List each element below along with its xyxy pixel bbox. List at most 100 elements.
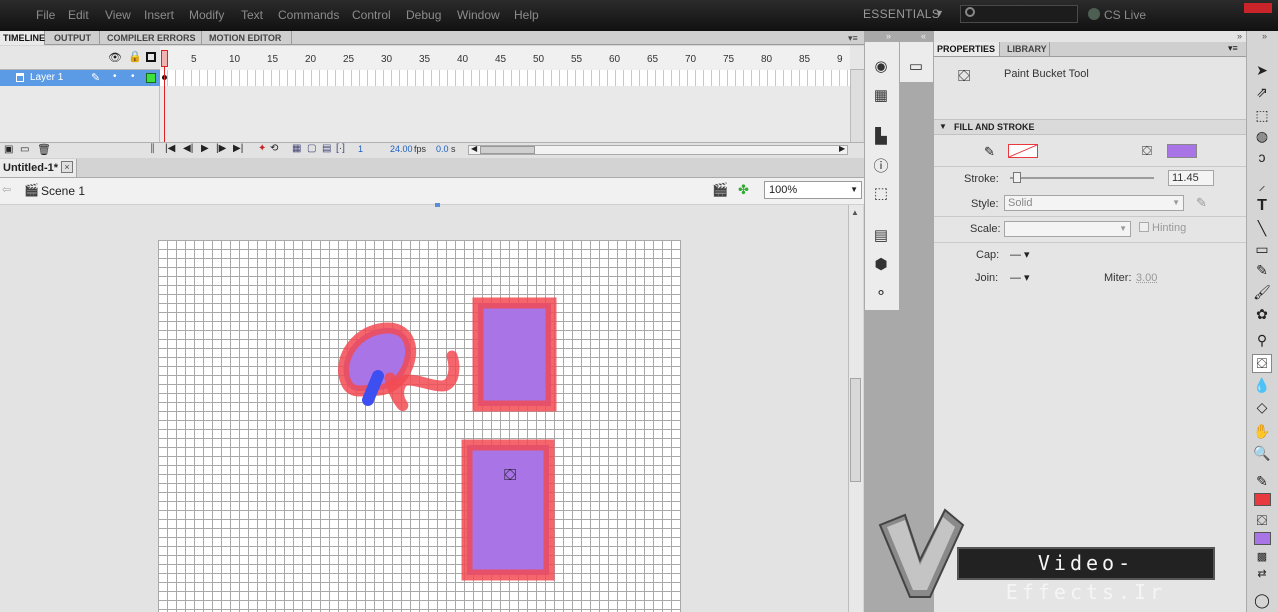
- pen-tool-icon[interactable]: ⸝: [1252, 176, 1272, 195]
- rectangle-tool-icon[interactable]: ▭: [1252, 241, 1272, 258]
- selection-tool-icon[interactable]: ➤: [1252, 62, 1272, 79]
- lock-dot[interactable]: •: [131, 71, 135, 82]
- fps-value[interactable]: 24.00: [390, 144, 413, 154]
- close-icon[interactable]: ×: [61, 161, 73, 173]
- code-snippets-icon[interactable]: ▤: [871, 226, 891, 244]
- fill-color-tool-swatch[interactable]: [1254, 532, 1271, 545]
- library-panel-icon[interactable]: ▭: [906, 57, 926, 75]
- step-back-icon[interactable]: ◀|: [183, 143, 193, 154]
- tab-properties[interactable]: PROPERTIES: [934, 42, 1000, 56]
- stroke-slider-handle[interactable]: [1013, 172, 1021, 183]
- miter-value[interactable]: 3.00: [1136, 272, 1157, 284]
- onion-outline-icon[interactable]: ▢: [307, 143, 316, 154]
- hand-tool-icon[interactable]: ✋: [1252, 423, 1272, 440]
- text-tool-icon[interactable]: T: [1252, 197, 1272, 215]
- edit-multiple-icon[interactable]: ▤: [322, 143, 331, 154]
- workspace-switcher[interactable]: ESSENTIALS: [863, 7, 940, 21]
- fill-color-swatch[interactable]: [1167, 144, 1197, 158]
- menu-insert[interactable]: Insert: [144, 8, 174, 22]
- paint-bucket-tool-button[interactable]: ⛋: [1252, 354, 1272, 373]
- scrollbar-thumb[interactable]: [480, 146, 535, 154]
- lock-icon[interactable]: 🔒: [128, 50, 142, 63]
- panel-menu-icon[interactable]: ▾≡: [848, 33, 858, 44]
- menu-file[interactable]: File: [36, 8, 55, 22]
- menu-control[interactable]: Control: [352, 8, 391, 22]
- step-forward-icon[interactable]: |▶: [216, 143, 226, 154]
- layer-name[interactable]: Layer 1: [30, 72, 63, 83]
- play-icon[interactable]: ▶: [201, 143, 209, 154]
- help-search-input[interactable]: [960, 5, 1078, 23]
- frame-ruler[interactable]: 1 5 10 15 20 25 30 35 40 45 50 55 60 65 …: [160, 46, 850, 70]
- swap-colors-icon[interactable]: ⇄: [1252, 567, 1272, 580]
- outline-icon[interactable]: [146, 52, 156, 62]
- transform-icon[interactable]: ⬚: [871, 184, 891, 202]
- subselection-tool-icon[interactable]: ⇗: [1252, 84, 1272, 101]
- document-tab-label[interactable]: Untitled-1*: [3, 162, 58, 174]
- stage[interactable]: [158, 240, 681, 612]
- cap-select[interactable]: — ▾: [1010, 248, 1030, 261]
- zoom-select[interactable]: 100% ▼: [764, 181, 862, 199]
- menu-window[interactable]: Window: [457, 8, 500, 22]
- tab-timeline[interactable]: TIMELINE: [0, 31, 45, 45]
- menu-edit[interactable]: Edit: [68, 8, 89, 22]
- align-icon[interactable]: ▙: [871, 127, 891, 145]
- time-value[interactable]: 0.0: [436, 144, 449, 154]
- deco-tool-icon[interactable]: ✿: [1252, 306, 1272, 323]
- stage-artwork[interactable]: [158, 240, 681, 612]
- eyedropper-tool-icon[interactable]: 💧: [1252, 377, 1272, 394]
- bone-tool-icon[interactable]: ⚲: [1252, 332, 1272, 349]
- onion-markers-icon[interactable]: [·]: [336, 143, 345, 154]
- timeline-vertical-scrollbar[interactable]: [850, 70, 863, 142]
- tab-motion-editor[interactable]: MOTION EDITOR: [206, 31, 292, 45]
- delete-layer-icon[interactable]: 🗑: [37, 143, 51, 156]
- edit-scene-icon[interactable]: 🎬: [712, 182, 728, 198]
- scroll-up-icon[interactable]: ▲: [851, 208, 859, 217]
- scene-name[interactable]: Scene 1: [41, 184, 85, 198]
- scroll-right-icon[interactable]: ▶: [839, 144, 845, 153]
- layer-row[interactable]: Layer 1 ✎ • •: [0, 70, 160, 86]
- motion-presets-icon[interactable]: ⚬: [871, 284, 891, 302]
- edit-symbols-icon[interactable]: ✤: [738, 182, 749, 198]
- brush-tool-icon[interactable]: 🖌: [1252, 284, 1272, 301]
- components-icon[interactable]: ⬢: [871, 255, 891, 273]
- document-tab[interactable]: Untitled-1* ×: [0, 159, 77, 177]
- zoom-tool-icon[interactable]: 🔍: [1252, 445, 1272, 462]
- panel-menu-icon[interactable]: ▾≡: [1228, 43, 1238, 54]
- layer-outline-color[interactable]: [146, 73, 156, 83]
- stroke-slider-track[interactable]: [1010, 177, 1154, 179]
- eraser-tool-icon[interactable]: ◇: [1252, 399, 1272, 416]
- menu-debug[interactable]: Debug: [406, 8, 441, 22]
- edit-stroke-style-icon[interactable]: ✎: [1196, 195, 1207, 211]
- hinting-checkbox[interactable]: [1139, 222, 1149, 232]
- style-select[interactable]: Solid ▼: [1004, 195, 1184, 211]
- last-frame-icon[interactable]: ▶|: [233, 143, 243, 154]
- lasso-tool-icon[interactable]: ↄ: [1252, 149, 1272, 165]
- loop-icon[interactable]: ⟲: [270, 143, 278, 154]
- first-frame-icon[interactable]: |◀: [165, 143, 175, 154]
- fill-and-stroke-section[interactable]: ▼ FILL AND STROKE: [934, 119, 1246, 135]
- tab-output[interactable]: OUTPUT: [51, 31, 100, 45]
- pencil-tool-icon[interactable]: ✎: [1252, 262, 1272, 279]
- stroke-color-tool-swatch[interactable]: [1254, 493, 1271, 506]
- cs-live-button[interactable]: CS Live: [1104, 8, 1146, 22]
- expand-icon[interactable]: »: [1237, 31, 1242, 41]
- layer-frames[interactable]: [160, 70, 850, 86]
- playhead[interactable]: [161, 50, 168, 67]
- menu-text[interactable]: Text: [241, 8, 263, 22]
- swatches-icon[interactable]: ▦: [871, 86, 891, 104]
- current-frame[interactable]: 1: [358, 144, 363, 154]
- menu-help[interactable]: Help: [514, 8, 539, 22]
- black-white-icon[interactable]: ▩: [1252, 550, 1272, 563]
- snap-to-objects-icon[interactable]: ◯: [1252, 592, 1272, 609]
- color-panel-icon[interactable]: ◉: [871, 57, 891, 75]
- onion-skin-icon[interactable]: ▦: [292, 143, 301, 154]
- stroke-color-swatch[interactable]: [1008, 144, 1038, 158]
- menu-modify[interactable]: Modify: [189, 8, 224, 22]
- collapse-icon[interactable]: «: [921, 31, 926, 41]
- 3d-rotation-tool-icon[interactable]: ◍: [1252, 128, 1272, 145]
- scroll-left-icon[interactable]: ◀: [471, 144, 477, 153]
- tab-library[interactable]: LIBRARY: [1004, 42, 1050, 56]
- info-icon[interactable]: ⓘ: [871, 155, 891, 176]
- new-layer-icon[interactable]: ▣: [4, 144, 13, 155]
- back-arrow-icon[interactable]: ⇦: [2, 183, 11, 196]
